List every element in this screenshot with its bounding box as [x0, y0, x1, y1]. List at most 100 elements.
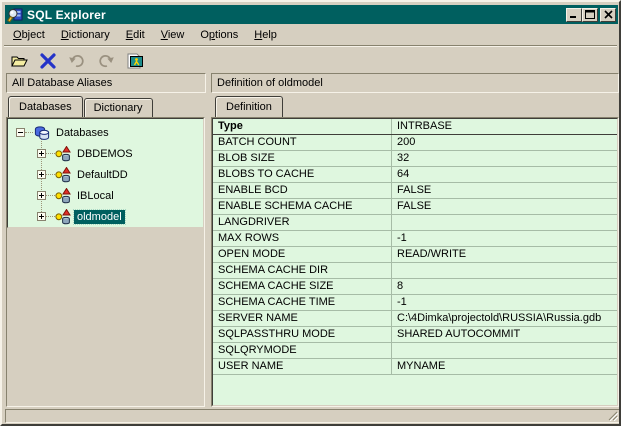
tree-row-dbdemos[interactable]: DBDEMOS [8, 143, 203, 164]
definition-property-name: BATCH COUNT [213, 135, 392, 150]
tree-node-label[interactable]: DefaultDD [74, 168, 131, 182]
definition-property-name: SCHEMA CACHE TIME [213, 295, 392, 310]
minimize-icon [570, 16, 576, 18]
redo-button[interactable] [93, 49, 119, 73]
left-tab-databases[interactable]: Databases [8, 96, 83, 117]
definition-row-open-mode[interactable]: OPEN MODE READ/WRITE [213, 247, 617, 263]
definition-property-name: SQLPASSTHRU MODE [213, 327, 392, 342]
definition-property-name: SCHEMA CACHE SIZE [213, 279, 392, 294]
definition-property-name: BLOBS TO CACHE [213, 167, 392, 182]
definition-property-value: -1 [397, 296, 407, 308]
tree-row-oldmodel[interactable]: oldmodel [8, 206, 203, 227]
right-tab-definition[interactable]: Definition [215, 96, 283, 117]
right-pane-header: Definition of oldmodel [211, 73, 619, 93]
definition-property-value [392, 215, 617, 230]
definition-row-sqlpassthru-mode[interactable]: SQLPASSTHRU MODE SHARED AUTOCOMMIT [213, 327, 617, 343]
caption-buttons [566, 7, 616, 22]
delete-button[interactable] [35, 49, 61, 73]
definition-property-value: -1 [397, 232, 407, 244]
definition-property-name: SERVER NAME [213, 311, 392, 326]
definition-row-type[interactable]: Type INTRBASE [213, 119, 617, 135]
undo-button[interactable] [64, 49, 90, 73]
maximize-icon [585, 10, 595, 19]
definition-row-blob-size[interactable]: BLOB SIZE 32 [213, 151, 617, 167]
definition-property-value: MYNAME [397, 360, 446, 372]
definition-row-batch-count[interactable]: BATCH COUNT 200 [213, 135, 617, 151]
toolbar [6, 48, 151, 74]
tree-expand-plus-icon[interactable] [37, 212, 46, 221]
database-alias-icon [55, 166, 71, 183]
definition-property-name: MAX ROWS [213, 231, 392, 246]
tree-expand-plus-icon[interactable] [37, 149, 46, 158]
redo-arrow-icon [97, 53, 115, 69]
open-button[interactable] [6, 49, 32, 73]
definition-property-value: READ/WRITE [397, 248, 467, 260]
database-magnifier-app-icon [7, 7, 23, 23]
definition-row-server-name[interactable]: SERVER NAME C:\4Dimka\projectold\RUSSIA\R… [213, 311, 617, 327]
definition-property-name: SCHEMA CACHE DIR [213, 263, 392, 278]
definition-row-langdriver[interactable]: LANGDRIVER [213, 215, 617, 231]
resize-grip[interactable] [606, 409, 619, 422]
definition-row-max-rows[interactable]: MAX ROWS -1 [213, 231, 617, 247]
tree-node-label[interactable]: Databases [53, 126, 112, 140]
tree-row-iblocal[interactable]: IBLocal [8, 185, 203, 206]
definition-property-name: BLOB SIZE [213, 151, 392, 166]
tree-node-label[interactable]: IBLocal [74, 189, 117, 203]
definition-row-user-name[interactable]: USER NAME MYNAME [213, 359, 617, 375]
definition-row-schema-cache-dir[interactable]: SCHEMA CACHE DIR [213, 263, 617, 279]
definition-row-schema-cache-time[interactable]: SCHEMA CACHE TIME -1 [213, 295, 617, 311]
tree-node-label[interactable]: DBDEMOS [74, 147, 136, 161]
definition-property-value: C:\4Dimka\projectold\RUSSIA\Russia.gdb [397, 312, 602, 324]
database-tree-panel: Databases DBDEMOS DefaultDD IBLocal oldmodel [6, 117, 205, 407]
tree-expand-plus-icon[interactable] [37, 170, 46, 179]
database-alias-icon [55, 145, 71, 162]
menu-item-edit[interactable]: Edit [118, 27, 153, 43]
delete-x-icon [39, 53, 57, 69]
right-tabs: Definition [215, 96, 284, 117]
left-pane-header: All Database Aliases [6, 73, 206, 93]
tree-row-databases[interactable]: Databases [8, 122, 203, 143]
left-tab-dictionary[interactable]: Dictionary [83, 98, 153, 117]
menu-item-dictionary[interactable]: Dictionary [53, 27, 118, 43]
definition-property-value: SHARED AUTOCOMMIT [397, 328, 521, 340]
tree-row-defaultdd[interactable]: DefaultDD [8, 164, 203, 185]
tree-expand-plus-icon[interactable] [37, 191, 46, 200]
undo-arrow-icon [68, 53, 86, 69]
definition-row-sqlqrymode[interactable]: SQLQRYMODE [213, 343, 617, 359]
definition-grid: Type INTRBASE BATCH COUNT 200 BLOB SIZE 32 BLO… [212, 118, 618, 406]
definition-property-value: FALSE [397, 184, 432, 196]
title-bar: SQL Explorer [5, 5, 618, 24]
definition-property-value [392, 343, 617, 358]
menu-item-options[interactable]: Options [192, 27, 246, 43]
database-alias-icon [55, 187, 71, 204]
menu-item-view[interactable]: View [153, 27, 193, 43]
sql-monitor-icon [126, 53, 144, 69]
database-alias-icon [55, 208, 71, 225]
definition-panel: Type INTRBASE BATCH COUNT 200 BLOB SIZE 32 BLO… [211, 117, 619, 407]
definition-property-name: Type [213, 119, 392, 134]
databases-icon [34, 125, 50, 141]
definition-property-value: 64 [397, 168, 410, 180]
status-bar [5, 409, 619, 423]
menu-item-help[interactable]: Help [246, 27, 285, 43]
menu-bar: Object Dictionary Edit View Options Help [5, 26, 285, 44]
definition-row-blobs-to-cache[interactable]: BLOBS TO CACHE 64 [213, 167, 617, 183]
tree-collapse-minus-icon[interactable] [16, 128, 25, 137]
definition-property-value [392, 263, 617, 278]
menu-separator [4, 45, 617, 47]
resize-grip-icon [608, 411, 619, 422]
definition-property-name: ENABLE BCD [213, 183, 392, 198]
minimize-button[interactable] [566, 7, 582, 22]
definition-row-schema-cache-size[interactable]: SCHEMA CACHE SIZE 8 [213, 279, 617, 295]
definition-property-name: ENABLE SCHEMA CACHE [213, 199, 392, 214]
close-button[interactable] [600, 7, 616, 22]
definition-row-enable-bcd[interactable]: ENABLE BCD FALSE [213, 183, 617, 199]
definition-property-name: SQLQRYMODE [213, 343, 392, 358]
window-title: SQL Explorer [27, 7, 106, 22]
sql-explorer-window: SQL Explorer Object Dictionary Edit View Opt… [0, 0, 621, 426]
sql-monitor-button[interactable] [122, 49, 148, 73]
maximize-button[interactable] [582, 7, 598, 22]
menu-item-object[interactable]: Object [5, 27, 53, 43]
definition-row-enable-schema-cache[interactable]: ENABLE SCHEMA CACHE FALSE [213, 199, 617, 215]
tree-node-label[interactable]: oldmodel [73, 208, 126, 225]
